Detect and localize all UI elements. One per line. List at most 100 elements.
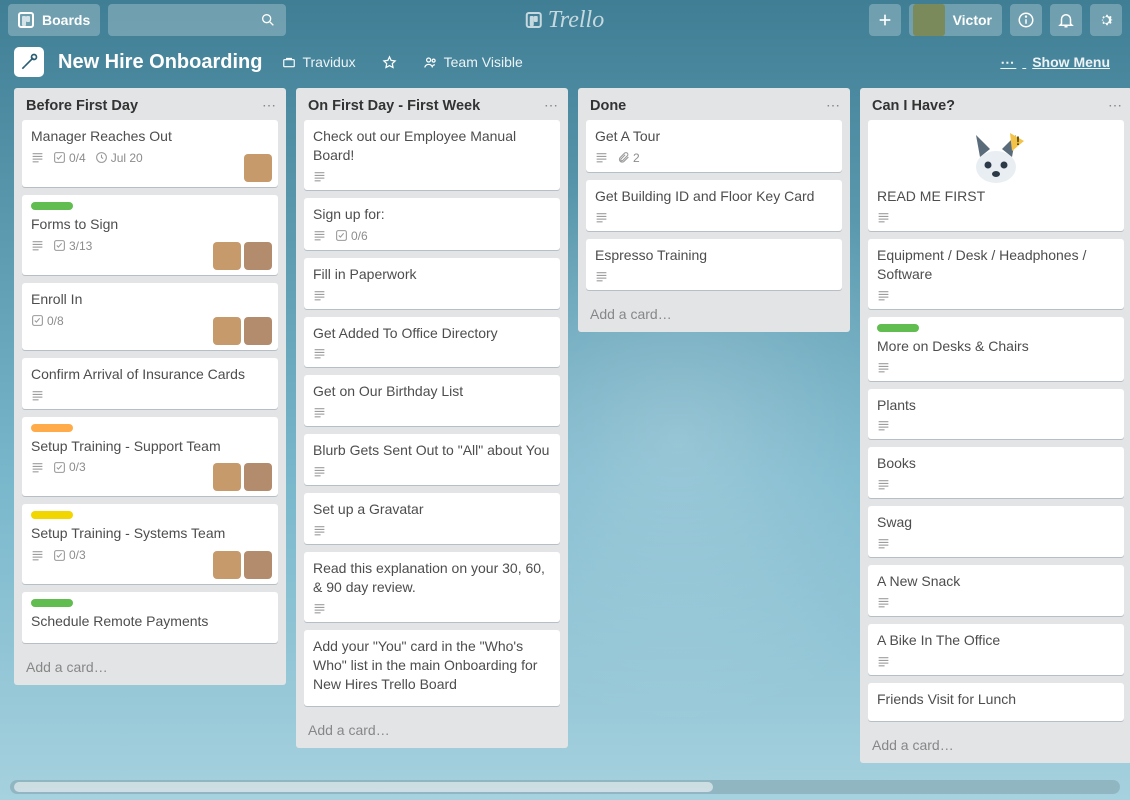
- card[interactable]: Sign up for: 0/6: [304, 198, 560, 250]
- card-label[interactable]: [31, 424, 73, 432]
- list-menu-button[interactable]: ⋯: [826, 97, 840, 114]
- card-label[interactable]: [877, 324, 919, 332]
- member-avatar[interactable]: [244, 242, 272, 270]
- show-menu-label: Show Menu: [1032, 54, 1110, 70]
- card-title: Add your "You" card in the "Who's Who" l…: [313, 637, 551, 694]
- description-badge: [877, 537, 890, 550]
- card[interactable]: Espresso Training: [586, 239, 842, 290]
- show-menu-button[interactable]: ⋯ Show Menu: [994, 50, 1116, 75]
- tools-icon: [19, 52, 39, 72]
- card-title: Get A Tour: [595, 127, 833, 146]
- list-title[interactable]: Can I Have?: [872, 98, 955, 114]
- card[interactable]: Equipment / Desk / Headphones / Software: [868, 239, 1124, 309]
- star-icon: [382, 55, 397, 70]
- star-button[interactable]: [376, 51, 403, 74]
- member-avatar[interactable]: [213, 463, 241, 491]
- card-title: Get Building ID and Floor Key Card: [595, 187, 833, 206]
- card[interactable]: A Bike In The Office: [868, 624, 1124, 675]
- card-list[interactable]: Check out our Employee Manual Board! Sig…: [296, 120, 568, 714]
- board-header: New Hire Onboarding Travidux Team Visibl…: [0, 40, 1130, 84]
- card[interactable]: Setup Training - Support Team 0/3: [22, 417, 278, 497]
- card-list[interactable]: ! READ ME FIRST Equipment / Desk / Headp…: [860, 120, 1130, 729]
- member-avatar[interactable]: [213, 551, 241, 579]
- list-menu-button[interactable]: ⋯: [544, 97, 558, 114]
- description-badge: [313, 406, 326, 419]
- card-title: Swag: [877, 513, 1115, 532]
- org-button[interactable]: Travidux: [276, 50, 361, 74]
- card[interactable]: Setup Training - Systems Team 0/3: [22, 504, 278, 584]
- visibility-button[interactable]: Team Visible: [417, 50, 529, 74]
- member-avatar[interactable]: [244, 317, 272, 345]
- list-title[interactable]: Before First Day: [26, 98, 138, 114]
- card[interactable]: Plants: [868, 389, 1124, 440]
- card[interactable]: Get A Tour 2: [586, 120, 842, 172]
- attachment-badge: 2: [617, 151, 640, 165]
- card[interactable]: Get Added To Office Directory: [304, 317, 560, 368]
- horizontal-scrollbar[interactable]: [10, 780, 1120, 794]
- add-card-button[interactable]: Add a card…: [14, 651, 286, 685]
- list-menu-button[interactable]: ⋯: [1108, 97, 1122, 114]
- list-title[interactable]: On First Day - First Week: [308, 98, 480, 114]
- card[interactable]: Blurb Gets Sent Out to "All" about You: [304, 434, 560, 485]
- card[interactable]: Swag: [868, 506, 1124, 557]
- checklist-badge: 0/6: [335, 229, 368, 243]
- add-card-button[interactable]: Add a card…: [578, 298, 850, 332]
- member-avatar[interactable]: [244, 551, 272, 579]
- boards-button[interactable]: Boards: [8, 4, 100, 36]
- boards-label: Boards: [42, 12, 90, 28]
- notifications-button[interactable]: [1050, 4, 1082, 36]
- member-avatar[interactable]: [213, 317, 241, 345]
- card[interactable]: Books: [868, 447, 1124, 498]
- member-avatar[interactable]: [213, 242, 241, 270]
- card[interactable]: ! READ ME FIRST: [868, 120, 1124, 231]
- card[interactable]: Friends Visit for Lunch: [868, 683, 1124, 721]
- description-badge: [595, 151, 608, 164]
- card-title: Read this explanation on your 30, 60, & …: [313, 559, 551, 597]
- card-title: Fill in Paperwork: [313, 265, 551, 284]
- board-avatar[interactable]: [14, 47, 44, 77]
- search-input[interactable]: [108, 4, 286, 36]
- info-button[interactable]: [1010, 4, 1042, 36]
- description-badge: [313, 289, 326, 302]
- card[interactable]: Confirm Arrival of Insurance Cards: [22, 358, 278, 409]
- card[interactable]: Check out our Employee Manual Board!: [304, 120, 560, 190]
- card-label[interactable]: [31, 511, 73, 519]
- card[interactable]: Enroll In 0/8: [22, 283, 278, 350]
- card-list[interactable]: Get A Tour 2 Get Building ID and Floor K…: [578, 120, 850, 298]
- card-title: Check out our Employee Manual Board!: [313, 127, 551, 165]
- card[interactable]: A New Snack: [868, 565, 1124, 616]
- description-badge: [877, 655, 890, 668]
- card-title: Blurb Gets Sent Out to "All" about You: [313, 441, 551, 460]
- card-label[interactable]: [31, 599, 73, 607]
- card[interactable]: Schedule Remote Payments: [22, 592, 278, 643]
- add-card-button[interactable]: Add a card…: [296, 714, 568, 748]
- member-avatar[interactable]: [244, 463, 272, 491]
- card[interactable]: Manager Reaches Out 0/4 Jul 20: [22, 120, 278, 187]
- create-button[interactable]: [869, 4, 901, 36]
- husky-alert-sticker: !: [966, 127, 1026, 185]
- member-avatar[interactable]: [244, 154, 272, 182]
- list-menu-button[interactable]: ⋯: [262, 97, 276, 114]
- card-label[interactable]: [31, 202, 73, 210]
- brand-logo[interactable]: Trello: [526, 7, 604, 34]
- card[interactable]: Read this explanation on your 30, 60, & …: [304, 552, 560, 622]
- card-title: READ ME FIRST: [877, 187, 1115, 206]
- card[interactable]: Fill in Paperwork: [304, 258, 560, 309]
- card-list[interactable]: Manager Reaches Out 0/4 Jul 20 Forms to …: [14, 120, 286, 651]
- checklist-badge: 0/8: [31, 314, 64, 328]
- card[interactable]: More on Desks & Chairs: [868, 317, 1124, 381]
- card-title: Friends Visit for Lunch: [877, 690, 1115, 709]
- card[interactable]: Forms to Sign 3/13: [22, 195, 278, 275]
- list-title[interactable]: Done: [590, 98, 626, 114]
- user-menu[interactable]: Victor: [909, 4, 1002, 36]
- card[interactable]: Get Building ID and Floor Key Card: [586, 180, 842, 231]
- board-canvas[interactable]: Before First Day ⋯ Manager Reaches Out 0…: [0, 84, 1130, 780]
- description-badge: [313, 170, 326, 183]
- add-card-button[interactable]: Add a card…: [860, 729, 1130, 763]
- card[interactable]: Add your "You" card in the "Who's Who" l…: [304, 630, 560, 706]
- card-title: Forms to Sign: [31, 215, 269, 234]
- card[interactable]: Get on Our Birthday List: [304, 375, 560, 426]
- settings-button[interactable]: [1090, 4, 1122, 36]
- board-title[interactable]: New Hire Onboarding: [58, 51, 262, 74]
- card[interactable]: Set up a Gravatar: [304, 493, 560, 544]
